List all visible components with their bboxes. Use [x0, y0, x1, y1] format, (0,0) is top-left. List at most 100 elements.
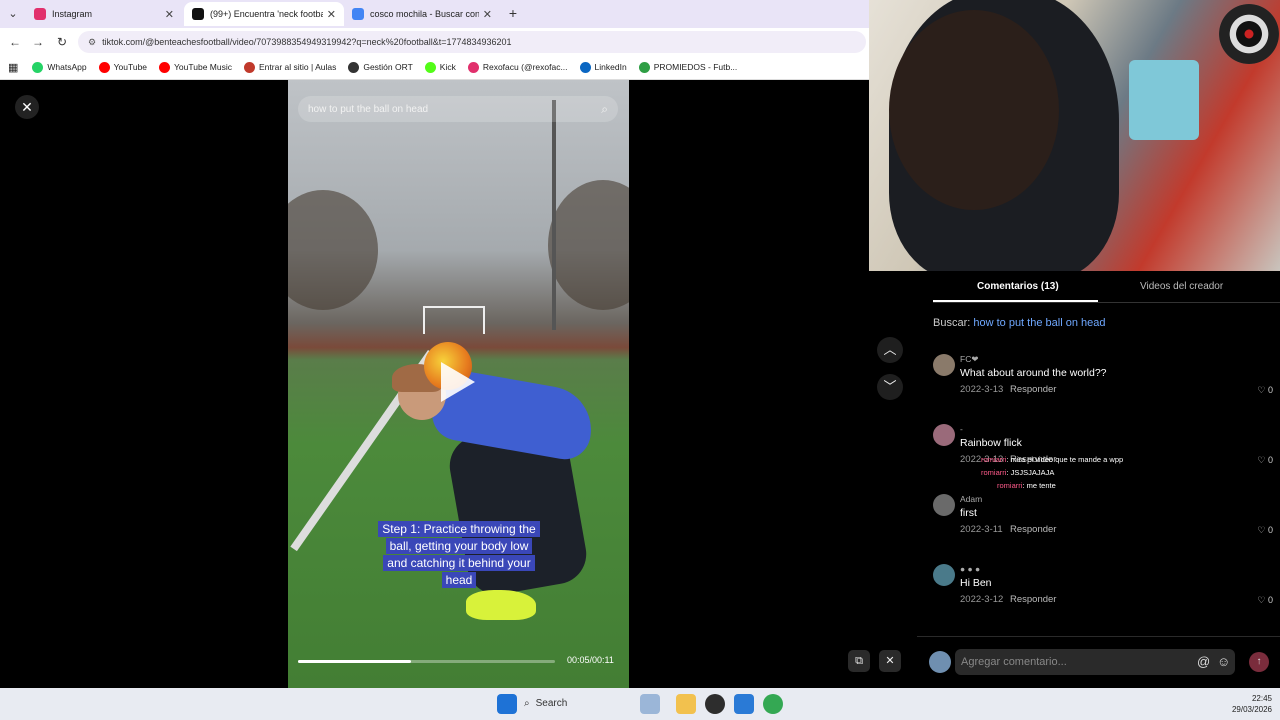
reply-button[interactable]: Responder: [1010, 384, 1056, 395]
like-button[interactable]: ♡ 0: [1257, 525, 1273, 536]
avatar[interactable]: [933, 354, 955, 376]
video-search-bar[interactable]: how to put the ball on head ⌕: [298, 96, 618, 122]
bookmark-item[interactable]: YouTube: [98, 61, 147, 73]
avatar[interactable]: [933, 494, 955, 516]
comment-author[interactable]: ● ● ●: [960, 564, 980, 574]
mute-button[interactable]: ✕: [879, 650, 901, 672]
avatar: [929, 651, 951, 673]
app-icon[interactable]: [705, 694, 725, 714]
close-tab-icon[interactable]: ✕: [327, 8, 336, 21]
bookmark-icon: [348, 61, 360, 73]
like-button[interactable]: ♡ 0: [1257, 455, 1273, 466]
progress-bar[interactable]: [298, 660, 555, 663]
new-tab-icon[interactable]: +: [505, 5, 521, 21]
video-caption: Step 1: Practice throwing the ball, gett…: [378, 521, 540, 589]
send-button[interactable]: ↑: [1249, 652, 1269, 672]
pip-button[interactable]: ⧉: [848, 650, 870, 672]
forward-icon[interactable]: →: [29, 33, 47, 51]
play-icon[interactable]: [441, 362, 475, 402]
search-label: Search: [535, 698, 568, 709]
reload-icon[interactable]: ↻: [53, 33, 71, 51]
bookmark-icon: [467, 61, 479, 73]
bookmark-item[interactable]: LinkedIn: [579, 61, 627, 73]
previous-video-button[interactable]: ︿: [877, 337, 903, 363]
buscar-query[interactable]: how to put the ball on head: [973, 317, 1105, 329]
mention-icon[interactable]: @: [1197, 654, 1210, 669]
address-bar[interactable]: ⚙ tiktok.com/@benteachesfootball/video/7…: [78, 31, 866, 53]
chat-user: romiarri: [981, 455, 1007, 464]
comment-input[interactable]: Agregar comentario...: [955, 649, 1235, 675]
comment-author[interactable]: FC❤: [960, 354, 978, 365]
comment-text: first: [960, 507, 977, 519]
comment-author[interactable]: -: [960, 424, 963, 434]
bookmark-icon: [579, 61, 591, 73]
tab-creator-videos[interactable]: Videos del creador: [1140, 281, 1223, 292]
site-info-icon[interactable]: ⚙: [88, 37, 96, 48]
emoji-icon[interactable]: ☺: [1217, 654, 1230, 669]
background-tree: [288, 190, 378, 310]
file-explorer-icon[interactable]: [676, 694, 696, 714]
goal-frame: [423, 306, 485, 334]
search-icon: ⌕: [524, 698, 530, 709]
bookmark-icon: [638, 61, 650, 73]
avatar[interactable]: [933, 424, 955, 446]
bookmark-item[interactable]: Rexofacu (@rexofac...: [467, 61, 568, 73]
webcam-feed: [869, 0, 1280, 271]
buscar-label: Buscar:: [933, 317, 971, 329]
related-search[interactable]: Buscar: how to put the ball on head: [933, 317, 1105, 329]
avatar[interactable]: [933, 564, 955, 586]
search-icon[interactable]: ⌕: [601, 102, 608, 117]
search-query: how to put the ball on head: [308, 103, 429, 115]
tab-comments[interactable]: Comentarios (13): [977, 281, 1059, 292]
dartboard: [1219, 4, 1279, 64]
tab-title: (99+) Encuentra 'neck football' c: [210, 9, 323, 19]
taskbar-search[interactable]: ⌕ Search: [524, 694, 616, 714]
bookmark-item[interactable]: Entrar al sitio | Aulas: [244, 61, 337, 73]
app-icon[interactable]: [734, 694, 754, 714]
video-time: 00:05/00:11: [567, 655, 614, 665]
comment-item: ● ● ● Hi Ben 2022-3-12 Responder ♡ 0: [933, 564, 1273, 624]
system-clock[interactable]: 22:45 29/03/2026: [1224, 693, 1272, 715]
bookmark-icon: [424, 61, 436, 73]
bookmark-label: WhatsApp: [47, 62, 87, 72]
tab-search-chevron-icon[interactable]: ⌄: [4, 6, 22, 22]
bookmark-item[interactable]: PROMIEDOS - Futb...: [638, 61, 738, 73]
bookmark-label: LinkedIn: [594, 62, 627, 72]
tab-active-indicator: [933, 300, 1098, 302]
tab-google[interactable]: cosco mochila - Buscar con Goo ✕: [344, 2, 500, 26]
apps-icon[interactable]: ▦: [8, 61, 18, 74]
like-button[interactable]: ♡ 0: [1257, 595, 1273, 606]
back-icon[interactable]: ←: [6, 33, 24, 51]
bookmark-label: PROMIEDOS - Futb...: [653, 62, 738, 72]
chrome-icon[interactable]: [763, 694, 783, 714]
tab-tiktok[interactable]: (99+) Encuentra 'neck football' c ✕: [184, 2, 344, 26]
bookmark-icon: [159, 61, 171, 73]
reply-button[interactable]: Responder: [1010, 524, 1056, 535]
tab-title: cosco mochila - Buscar con Goo: [370, 9, 479, 19]
bookmark-label: Entrar al sitio | Aulas: [259, 62, 337, 72]
bookmark-item[interactable]: YouTube Music: [159, 61, 232, 73]
start-icon[interactable]: [497, 694, 517, 714]
like-count: 0: [1267, 525, 1273, 535]
comment-author[interactable]: Adam: [960, 494, 982, 504]
like-count: 0: [1267, 455, 1273, 465]
chat-text: : mira el video que te mande a wpp: [1006, 455, 1124, 464]
close-tab-icon[interactable]: ✕: [483, 8, 492, 21]
reply-button[interactable]: Responder: [1010, 594, 1056, 605]
bookmark-label: Kick: [439, 62, 456, 72]
comment-item: FC❤ What about around the world?? 2022-3…: [933, 354, 1273, 414]
tab-title: Instagram: [52, 9, 93, 19]
tab-instagram[interactable]: Instagram ✕: [26, 2, 182, 26]
close-video-button[interactable]: ✕: [15, 95, 39, 119]
like-button[interactable]: ♡ 0: [1257, 385, 1273, 396]
next-video-button[interactable]: ﹀: [877, 374, 903, 400]
bookmark-item[interactable]: WhatsApp: [32, 61, 87, 73]
chat-user: romiarri: [981, 468, 1007, 477]
close-tab-icon[interactable]: ✕: [165, 8, 174, 21]
bookmark-item[interactable]: Kick: [424, 61, 456, 73]
bookmark-item[interactable]: Gestión ORT: [348, 61, 413, 73]
video-player[interactable]: how to put the ball on head ⌕ Step 1: Pr…: [288, 80, 629, 688]
tiktok-video-page: ✕ how to put the ball on head ⌕ Step 1: …: [0, 80, 903, 688]
app-icon[interactable]: [640, 694, 660, 714]
chat-text: : me tente: [1022, 481, 1056, 490]
